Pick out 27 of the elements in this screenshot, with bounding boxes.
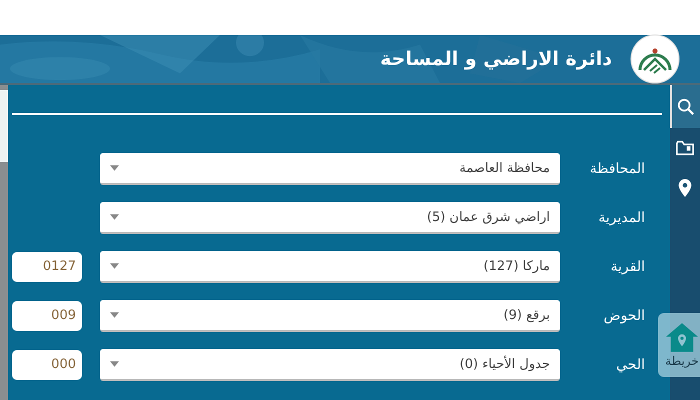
- code-field[interactable]: 009: [12, 301, 82, 331]
- header-title: دائرة الاراضي و المساحة: [380, 48, 612, 70]
- field-label: المديرية: [598, 210, 645, 226]
- field-label: الحي: [616, 357, 645, 373]
- search-button[interactable]: [670, 85, 700, 128]
- folder-icon: [676, 139, 694, 157]
- caret-icon: [110, 263, 119, 269]
- logo-icon: [630, 34, 680, 84]
- dropdown[interactable]: اراضي شرق عمان (5): [100, 202, 560, 234]
- map-button[interactable]: خريطة: [658, 313, 700, 377]
- house-icon: [666, 322, 698, 352]
- caret-icon: [110, 361, 119, 367]
- scrollbar[interactable]: [0, 85, 8, 400]
- search-icon: [677, 98, 695, 116]
- caret-icon: [110, 165, 119, 171]
- field-label: المحافظة: [590, 161, 645, 177]
- dropdown[interactable]: جدول الأحياء (0): [100, 349, 560, 381]
- caret-icon: [110, 312, 119, 318]
- dropdown[interactable]: برقع (9): [100, 300, 560, 332]
- field-label: القرية: [610, 259, 645, 275]
- dropdown[interactable]: محافظة العاصمة: [100, 153, 560, 185]
- code-field[interactable]: 000: [12, 350, 82, 380]
- pin-icon: [676, 179, 694, 197]
- field-label: الحوض: [604, 308, 645, 324]
- caret-icon: [110, 214, 119, 220]
- dropdown[interactable]: ماركا (127): [100, 251, 560, 283]
- code-field[interactable]: 0127: [12, 252, 82, 282]
